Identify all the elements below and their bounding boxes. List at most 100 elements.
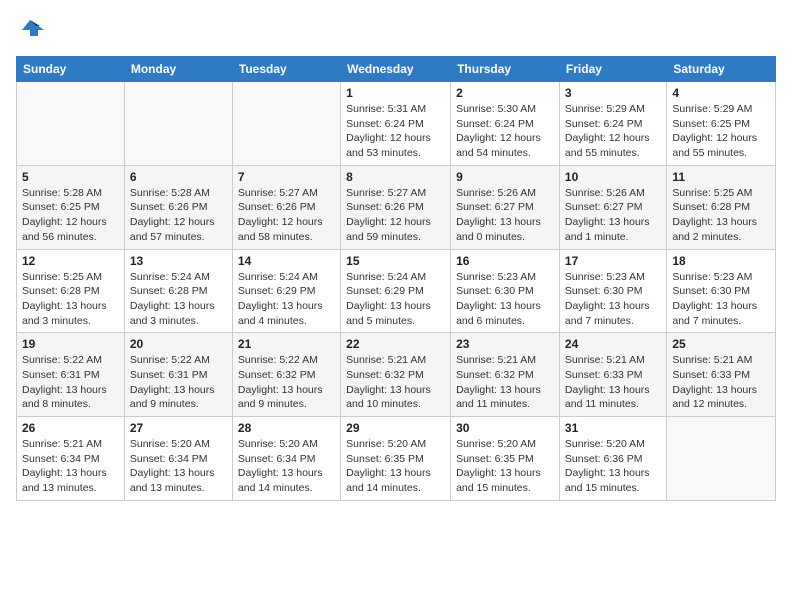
day-number: 29 [346,421,445,435]
day-info: Sunrise: 5:22 AM Sunset: 6:31 PM Dayligh… [22,353,119,412]
day-number: 13 [130,254,227,268]
day-info: Sunrise: 5:20 AM Sunset: 6:35 PM Dayligh… [456,437,554,496]
weekday-header: Sunday [17,57,125,82]
day-number: 9 [456,170,554,184]
calendar-week-row: 1Sunrise: 5:31 AM Sunset: 6:24 PM Daylig… [17,82,776,166]
day-number: 30 [456,421,554,435]
day-number: 23 [456,337,554,351]
day-info: Sunrise: 5:22 AM Sunset: 6:31 PM Dayligh… [130,353,227,412]
day-number: 11 [672,170,770,184]
day-info: Sunrise: 5:24 AM Sunset: 6:29 PM Dayligh… [346,270,445,329]
calendar-cell: 12Sunrise: 5:25 AM Sunset: 6:28 PM Dayli… [17,249,125,333]
day-info: Sunrise: 5:29 AM Sunset: 6:25 PM Dayligh… [672,102,770,161]
calendar-cell: 3Sunrise: 5:29 AM Sunset: 6:24 PM Daylig… [559,82,666,166]
day-number: 5 [22,170,119,184]
calendar-cell: 25Sunrise: 5:21 AM Sunset: 6:33 PM Dayli… [667,333,776,417]
calendar-cell: 24 Sunrise: 5:21 AM Sunset: 6:33 PM Dayli… [559,333,666,417]
calendar-cell: 28 Sunrise: 5:20 AM Sunset: 6:34 PM Dayli… [232,417,340,501]
day-number: 16 [456,254,554,268]
calendar-cell [17,82,125,166]
day-info: Sunrise: 5:31 AM Sunset: 6:24 PM Dayligh… [346,102,445,161]
day-number: 27 [130,421,227,435]
day-number: 10 [565,170,661,184]
day-number: 31 [565,421,661,435]
calendar-cell: 26 Sunrise: 5:21 AM Sunset: 6:34 PM Dayli… [17,417,125,501]
day-info: Sunrise: 5:24 AM Sunset: 6:29 PM Dayligh… [238,270,335,329]
calendar-cell: 20 Sunrise: 5:22 AM Sunset: 6:31 PM Dayli… [124,333,232,417]
day-info: Sunrise: 5:22 AM Sunset: 6:32 PM Dayligh… [238,353,335,412]
day-info: Sunrise: 5:28 AM Sunset: 6:25 PM Dayligh… [22,186,119,245]
day-info: Sunrise: 5:23 AM Sunset: 6:30 PM Dayligh… [672,270,770,329]
day-info: Sunrise: 5:21 AM Sunset: 6:32 PM Dayligh… [346,353,445,412]
day-number: 6 [130,170,227,184]
calendar-week-row: 12Sunrise: 5:25 AM Sunset: 6:28 PM Dayli… [17,249,776,333]
calendar-cell: 8 Sunrise: 5:27 AM Sunset: 6:26 PM Daylig… [341,165,451,249]
calendar-cell: 31 Sunrise: 5:20 AM Sunset: 6:36 PM Dayli… [559,417,666,501]
day-info: Sunrise: 5:27 AM Sunset: 6:26 PM Dayligh… [238,186,335,245]
weekday-header: Thursday [451,57,560,82]
calendar-week-row: 5 Sunrise: 5:28 AM Sunset: 6:25 PM Daylig… [17,165,776,249]
calendar-cell: 13 Sunrise: 5:24 AM Sunset: 6:28 PM Dayli… [124,249,232,333]
calendar-table: SundayMondayTuesdayWednesdayThursdayFrid… [16,56,776,501]
calendar-cell: 27 Sunrise: 5:20 AM Sunset: 6:34 PM Dayli… [124,417,232,501]
day-number: 20 [130,337,227,351]
calendar-cell: 21 Sunrise: 5:22 AM Sunset: 6:32 PM Dayli… [232,333,340,417]
day-number: 2 [456,86,554,100]
day-info: Sunrise: 5:27 AM Sunset: 6:26 PM Dayligh… [346,186,445,245]
day-number: 28 [238,421,335,435]
logo [16,16,48,44]
calendar-cell: 18Sunrise: 5:23 AM Sunset: 6:30 PM Dayli… [667,249,776,333]
day-info: Sunrise: 5:23 AM Sunset: 6:30 PM Dayligh… [456,270,554,329]
day-info: Sunrise: 5:20 AM Sunset: 6:34 PM Dayligh… [238,437,335,496]
day-number: 8 [346,170,445,184]
day-info: Sunrise: 5:30 AM Sunset: 6:24 PM Dayligh… [456,102,554,161]
day-number: 17 [565,254,661,268]
calendar-week-row: 19Sunrise: 5:22 AM Sunset: 6:31 PM Dayli… [17,333,776,417]
calendar-cell [124,82,232,166]
calendar-cell: 22 Sunrise: 5:21 AM Sunset: 6:32 PM Dayli… [341,333,451,417]
weekday-header: Wednesday [341,57,451,82]
calendar-cell: 16 Sunrise: 5:23 AM Sunset: 6:30 PM Dayli… [451,249,560,333]
calendar-cell: 14Sunrise: 5:24 AM Sunset: 6:29 PM Dayli… [232,249,340,333]
calendar-cell: 4 Sunrise: 5:29 AM Sunset: 6:25 PM Daylig… [667,82,776,166]
calendar-cell: 23 Sunrise: 5:21 AM Sunset: 6:32 PM Dayli… [451,333,560,417]
day-info: Sunrise: 5:21 AM Sunset: 6:32 PM Dayligh… [456,353,554,412]
calendar-header-row: SundayMondayTuesdayWednesdayThursdayFrid… [17,57,776,82]
calendar-cell: 30 Sunrise: 5:20 AM Sunset: 6:35 PM Dayli… [451,417,560,501]
day-number: 7 [238,170,335,184]
day-info: Sunrise: 5:21 AM Sunset: 6:34 PM Dayligh… [22,437,119,496]
day-info: Sunrise: 5:28 AM Sunset: 6:26 PM Dayligh… [130,186,227,245]
calendar-cell: 9 Sunrise: 5:26 AM Sunset: 6:27 PM Daylig… [451,165,560,249]
day-number: 22 [346,337,445,351]
calendar-cell: 29 Sunrise: 5:20 AM Sunset: 6:35 PM Dayli… [341,417,451,501]
day-info: Sunrise: 5:26 AM Sunset: 6:27 PM Dayligh… [456,186,554,245]
day-info: Sunrise: 5:23 AM Sunset: 6:30 PM Dayligh… [565,270,661,329]
day-number: 15 [346,254,445,268]
calendar-cell: 5 Sunrise: 5:28 AM Sunset: 6:25 PM Daylig… [17,165,125,249]
calendar-cell [232,82,340,166]
weekday-header: Tuesday [232,57,340,82]
day-number: 26 [22,421,119,435]
weekday-header: Monday [124,57,232,82]
day-number: 4 [672,86,770,100]
day-info: Sunrise: 5:21 AM Sunset: 6:33 PM Dayligh… [565,353,661,412]
day-number: 21 [238,337,335,351]
logo-icon [16,16,44,44]
day-number: 24 [565,337,661,351]
calendar-cell: 6 Sunrise: 5:28 AM Sunset: 6:26 PM Daylig… [124,165,232,249]
day-number: 3 [565,86,661,100]
calendar-cell: 15 Sunrise: 5:24 AM Sunset: 6:29 PM Dayli… [341,249,451,333]
day-info: Sunrise: 5:24 AM Sunset: 6:28 PM Dayligh… [130,270,227,329]
calendar-cell: 2 Sunrise: 5:30 AM Sunset: 6:24 PM Daylig… [451,82,560,166]
day-info: Sunrise: 5:20 AM Sunset: 6:35 PM Dayligh… [346,437,445,496]
calendar-week-row: 26 Sunrise: 5:21 AM Sunset: 6:34 PM Dayli… [17,417,776,501]
weekday-header: Saturday [667,57,776,82]
calendar-cell: 10Sunrise: 5:26 AM Sunset: 6:27 PM Dayli… [559,165,666,249]
day-info: Sunrise: 5:20 AM Sunset: 6:34 PM Dayligh… [130,437,227,496]
day-info: Sunrise: 5:20 AM Sunset: 6:36 PM Dayligh… [565,437,661,496]
calendar-cell: 17 Sunrise: 5:23 AM Sunset: 6:30 PM Dayli… [559,249,666,333]
calendar-cell [667,417,776,501]
weekday-header: Friday [559,57,666,82]
day-number: 25 [672,337,770,351]
day-info: Sunrise: 5:25 AM Sunset: 6:28 PM Dayligh… [672,186,770,245]
